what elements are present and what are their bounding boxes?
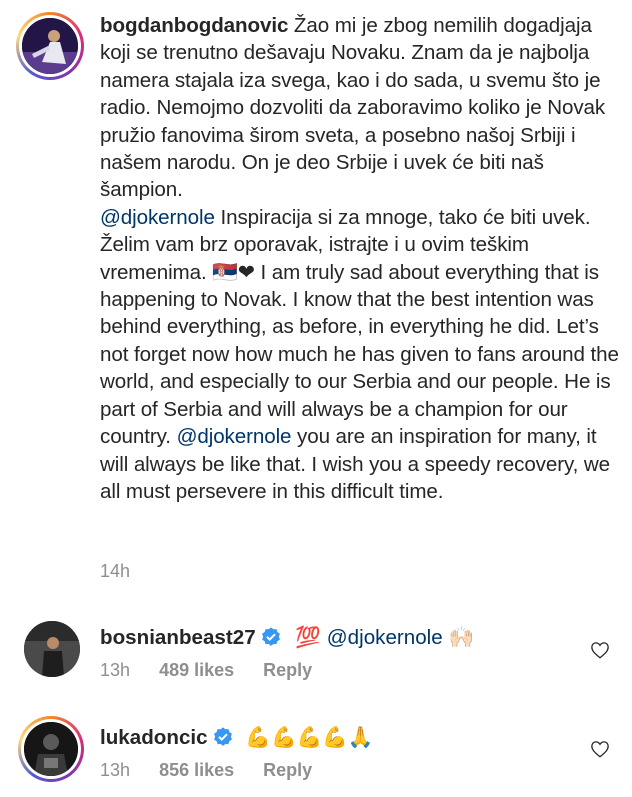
post-time: 14h bbox=[100, 561, 131, 581]
comment-2-meta: 13h 856 likes Reply bbox=[100, 760, 336, 781]
comment-avatar-bosnianbeast27[interactable] bbox=[24, 621, 80, 677]
post-username[interactable]: bogdanbogdanovic bbox=[100, 14, 288, 37]
comment-2-like-heart-icon[interactable] bbox=[590, 740, 610, 758]
post-avatar[interactable] bbox=[22, 18, 78, 74]
comment-2-time: 13h bbox=[100, 760, 131, 780]
comment-1-like-heart-icon[interactable] bbox=[590, 641, 610, 659]
caption-mention-1[interactable]: @djokernole bbox=[100, 206, 215, 229]
hundred-points-emoji: 💯 bbox=[295, 625, 322, 649]
post-avatar-image bbox=[22, 18, 78, 74]
comment-2-reply-button[interactable]: Reply bbox=[263, 760, 312, 780]
flexed-biceps-emoji: 💪💪💪💪🙏 bbox=[245, 725, 374, 749]
serbia-flag-heart-emoji: 🇷🇸❤ bbox=[212, 259, 255, 284]
caption-text-1: Žao mi je zbog nemilih dogadjaja koji se… bbox=[100, 14, 606, 202]
comment-2-username[interactable]: lukadoncic bbox=[100, 726, 208, 749]
comment-2-likes[interactable]: 856 likes bbox=[159, 760, 234, 780]
comment-1-text: bosnianbeast27 💯 @djokernole 🙌🏻 bbox=[100, 625, 474, 650]
comment-1-meta: 13h 489 likes Reply bbox=[100, 660, 336, 681]
caption-text-3: I am truly sad about everything that is … bbox=[100, 260, 619, 449]
caption-mention-2[interactable]: @djokernole bbox=[177, 425, 297, 448]
comment-1-mention[interactable]: @djokernole bbox=[327, 626, 443, 649]
comment-1-time: 13h bbox=[100, 660, 131, 680]
comment-avatar-lukadoncic[interactable] bbox=[24, 722, 78, 776]
comment-1-username[interactable]: bosnianbeast27 bbox=[100, 626, 256, 649]
comment-2-text: lukadoncic 💪💪💪💪🙏 bbox=[100, 725, 374, 750]
comment-avatar-image bbox=[24, 621, 80, 677]
verified-badge-icon bbox=[261, 627, 280, 646]
post-caption: bogdanbogdanovic Žao mi je zbog nemilih … bbox=[100, 12, 622, 505]
comment-1-likes[interactable]: 489 likes bbox=[159, 660, 234, 680]
comment-2-avatar-image bbox=[24, 722, 78, 776]
comment-1-reply-button[interactable]: Reply bbox=[263, 660, 312, 680]
raising-hands-emoji: 🙌🏻 bbox=[448, 625, 475, 649]
verified-badge-icon bbox=[213, 727, 232, 746]
